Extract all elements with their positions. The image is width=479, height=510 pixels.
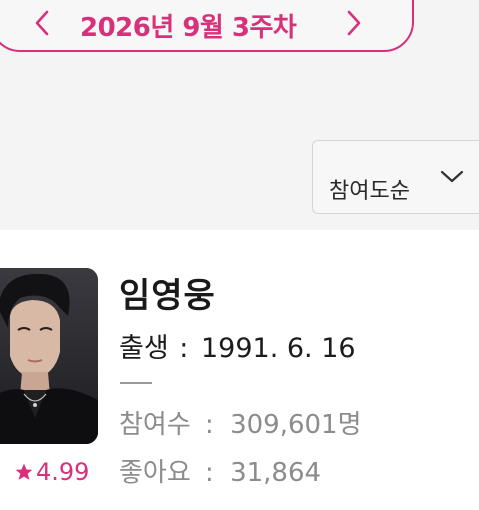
participants-stat: 참여수 : 309,601명 [119,404,362,441]
birth-separator: : [179,333,189,364]
birth-date: 1991. 6. 16 [200,333,356,364]
chevron-right-icon [347,10,361,36]
likes-value: 31,864 [230,458,322,488]
week-label: 2026년 9월 3주차 [80,12,297,43]
artist-portrait-image [0,268,98,444]
birth-info: 출생 : 1991. 6. 16 [119,326,356,365]
sort-selected-label: 참여도순 [329,179,410,204]
artist-name[interactable]: 임영웅 [119,268,216,317]
likes-stat: 좋아요 : 31,864 [119,452,321,489]
chevron-down-icon [440,170,464,183]
sort-dropdown[interactable]: 참여도순 [312,140,479,214]
artist-card[interactable]: 4.99 임영웅 출생 : 1991. 6. 16 참여수 : 309,601명… [0,230,479,510]
rating: 4.99 [14,458,89,486]
prev-week-button[interactable] [25,6,59,40]
star-icon [14,462,34,482]
participants-value: 309,601명 [230,410,362,440]
week-selector: 2026년 9월 3주차 [0,0,414,52]
next-week-button[interactable] [337,6,371,40]
likes-separator: : [205,458,214,488]
chevron-left-icon [35,10,49,36]
rating-value: 4.99 [36,458,90,486]
divider [120,382,152,384]
participants-separator: : [205,410,214,440]
participants-label: 참여수 [119,410,191,440]
artist-photo[interactable] [0,268,98,444]
birth-label: 출생 [119,333,169,364]
likes-label: 좋아요 [119,458,191,488]
